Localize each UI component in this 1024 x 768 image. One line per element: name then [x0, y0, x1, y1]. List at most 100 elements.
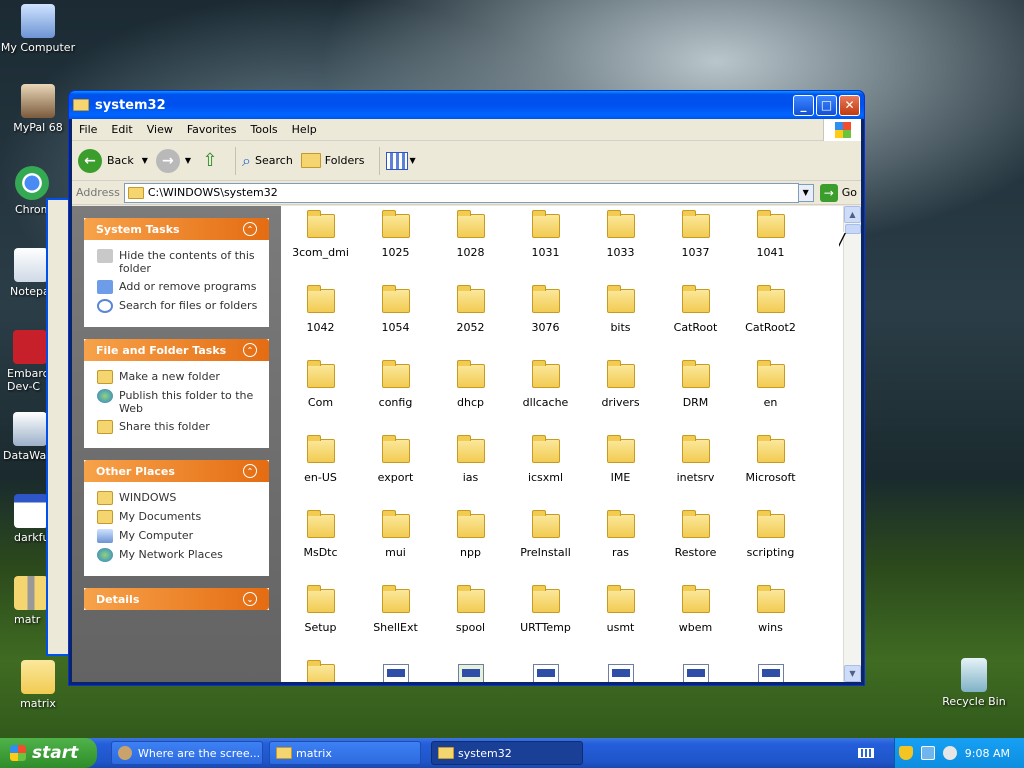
folder-item[interactable] [283, 660, 358, 682]
security-shield-icon[interactable] [898, 746, 913, 760]
folder-item[interactable]: 2052 [433, 285, 508, 361]
menu-file[interactable]: File [72, 123, 104, 136]
folder-item[interactable]: dllcache [508, 360, 583, 436]
folder-item[interactable]: Microsoft [733, 435, 808, 511]
task-search-files[interactable]: Search for files or folders [97, 299, 258, 313]
taskbar-item-system32[interactable]: system32 [431, 741, 583, 765]
folder-item[interactable]: PreInstall [508, 510, 583, 586]
folder-item[interactable]: MsDtc [283, 510, 358, 586]
task-new-folder[interactable]: Make a new folder [97, 370, 258, 384]
folder-item[interactable]: CatRoot2 [733, 285, 808, 361]
network-icon[interactable] [920, 746, 935, 760]
folder-item[interactable]: en [733, 360, 808, 436]
place-my-documents[interactable]: My Documents [97, 510, 258, 524]
folder-item[interactable]: scripting [733, 510, 808, 586]
menu-favorites[interactable]: Favorites [180, 123, 244, 136]
folder-item[interactable]: 3com_dmi [283, 210, 358, 286]
scroll-down-button[interactable]: ▼ [844, 665, 861, 682]
folder-item[interactable]: Restore [658, 510, 733, 586]
taskbar-item-browser[interactable]: Where are the scree... [111, 741, 263, 765]
task-hide-contents[interactable]: Hide the contents of this folder [97, 249, 258, 275]
volume-icon[interactable] [942, 746, 957, 760]
desktop-icon-recycle-bin[interactable]: Recycle Bin [934, 658, 1014, 708]
folder-item[interactable]: wins [733, 585, 808, 661]
folder-item[interactable]: 1054 [358, 285, 433, 361]
views-button[interactable]: ▼ [385, 151, 416, 170]
folder-item[interactable]: 3076 [508, 285, 583, 361]
folder-item[interactable]: ias [433, 435, 508, 511]
close-button[interactable]: ✕ [839, 94, 860, 116]
up-folder-button[interactable]: ⇧ [199, 150, 221, 172]
vertical-scrollbar[interactable]: ▲ ▼ [843, 206, 861, 682]
folder-item[interactable]: spool [433, 585, 508, 661]
folder-item[interactable]: 1031 [508, 210, 583, 286]
folder-item[interactable]: drivers [583, 360, 658, 436]
title-bar[interactable]: system32 _ □ ✕ [69, 91, 864, 119]
address-input[interactable]: C:\WINDOWS\system32 [123, 182, 799, 203]
search-button[interactable]: ⌕ Search [242, 151, 293, 171]
folders-button[interactable]: Folders [300, 153, 365, 168]
forward-button[interactable]: → ▼ [155, 148, 191, 173]
folder-item[interactable]: DRM [658, 360, 733, 436]
folder-item[interactable]: inetsrv [658, 435, 733, 511]
folder-item[interactable]: ras [583, 510, 658, 586]
file-item[interactable] [358, 661, 433, 682]
menu-view[interactable]: View [140, 123, 180, 136]
desktop-icon-matrix[interactable]: matrix [0, 660, 78, 710]
folder-item[interactable]: CatRoot [658, 285, 733, 361]
desktop-icon-my-computer[interactable]: My Computer [0, 4, 78, 54]
go-button[interactable]: → Go [819, 183, 857, 202]
taskbar-item-matrix[interactable]: matrix [269, 741, 421, 765]
folder-item[interactable]: URTTemp [508, 585, 583, 661]
menu-tools[interactable]: Tools [244, 123, 285, 136]
place-windows[interactable]: WINDOWS [97, 491, 258, 505]
details-header[interactable]: Details ⌄ [84, 588, 269, 610]
folder-item[interactable]: 1033 [583, 210, 658, 286]
task-share-folder[interactable]: Share this folder [97, 420, 258, 434]
address-dropdown-button[interactable]: ▼ [797, 183, 814, 202]
scroll-up-button[interactable]: ▲ [844, 206, 861, 223]
folder-item[interactable]: usmt [583, 585, 658, 661]
folder-item[interactable]: Setup [283, 585, 358, 661]
folder-item[interactable]: mui [358, 510, 433, 586]
dropdown-arrow-icon[interactable]: ▼ [410, 156, 416, 165]
explorer-window[interactable]: system32 _ □ ✕ File Edit View Favorites … [68, 90, 865, 686]
folder-item[interactable]: ShellExt [358, 585, 433, 661]
folder-item[interactable]: en-US [283, 435, 358, 511]
keyboard-icon[interactable] [858, 748, 874, 758]
folder-item[interactable]: icsxml [508, 435, 583, 511]
folder-item[interactable]: 1028 [433, 210, 508, 286]
task-publish-web[interactable]: Publish this folder to the Web [97, 389, 258, 415]
dropdown-arrow-icon[interactable]: ▼ [185, 156, 191, 165]
chevron-up-icon[interactable]: ⌃ [243, 343, 257, 357]
folder-item[interactable]: config [358, 360, 433, 436]
file-folder-tasks-header[interactable]: File and Folder Tasks ⌃ [84, 339, 269, 361]
folder-item[interactable]: 1042 [283, 285, 358, 361]
chevron-up-icon[interactable]: ⌃ [243, 464, 257, 478]
file-item[interactable] [508, 661, 583, 682]
place-my-computer[interactable]: My Computer [97, 529, 258, 543]
maximize-button[interactable]: □ [816, 94, 837, 116]
menu-edit[interactable]: Edit [104, 123, 139, 136]
task-add-remove-programs[interactable]: Add or remove programs [97, 280, 258, 294]
clock[interactable]: 9:08 AM [965, 747, 1010, 760]
folder-item[interactable]: Com [283, 360, 358, 436]
file-item[interactable] [658, 661, 733, 682]
folder-item[interactable]: bits [583, 285, 658, 361]
start-button[interactable]: start [0, 738, 97, 768]
scroll-thumb[interactable] [845, 224, 861, 234]
system-tasks-header[interactable]: System Tasks ⌃ [84, 218, 269, 240]
desktop-icon-mypal[interactable]: MyPal 68 [0, 84, 78, 134]
file-item[interactable] [433, 661, 508, 682]
folder-item[interactable]: wbem [658, 585, 733, 661]
minimize-button[interactable]: _ [793, 94, 814, 116]
chevron-up-icon[interactable]: ⌃ [243, 222, 257, 236]
folder-item[interactable]: 1037 [658, 210, 733, 286]
dropdown-arrow-icon[interactable]: ▼ [142, 156, 148, 165]
folder-item[interactable]: 1041 [733, 210, 808, 286]
folder-item[interactable]: 1025 [358, 210, 433, 286]
file-item[interactable] [733, 661, 808, 682]
chevron-down-icon[interactable]: ⌄ [243, 592, 257, 606]
background-window[interactable] [46, 198, 70, 656]
folder-item[interactable]: dhcp [433, 360, 508, 436]
